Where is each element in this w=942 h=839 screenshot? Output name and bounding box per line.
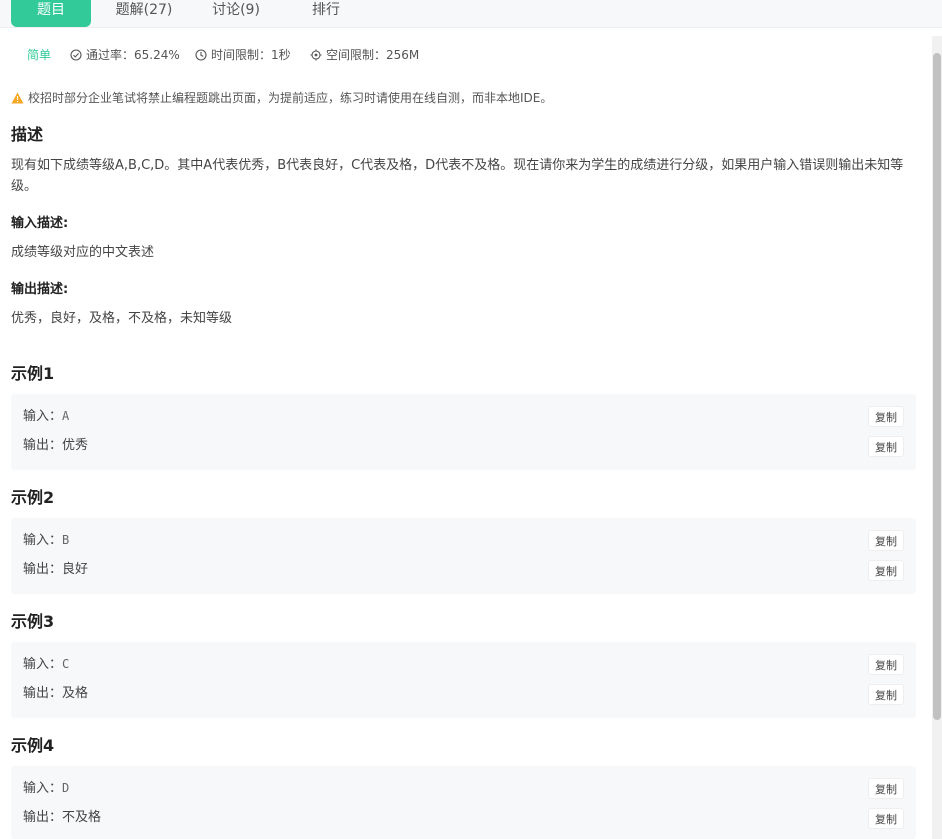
exam-notice: 校招时部分企业笔试将禁止编程题跳出页面，为提前适应，练习时请使用在线自测，而非本… [11,90,552,106]
copy-input-button[interactable]: 复制 [868,406,904,427]
example-title: 示例4 [11,736,55,755]
example-box: 输入：C 复制 输出：及格 复制 [11,642,916,718]
output-description-title: 输出描述: [11,282,69,297]
space-limit: 空间限制：256M [310,46,419,64]
example-input-value: B [62,533,70,547]
tab-discussion[interactable]: 讨论(9) [196,0,276,27]
example-output-value: 不及格 [62,810,102,825]
description-text: 现有如下成绩等级A,B,C,D。其中A代表优秀，B代表良好，C代表及格，D代表不… [11,158,904,194]
example-input-value: D [62,781,70,795]
time-limit-text: 时间限制：1秒 [211,48,291,62]
example-title: 示例3 [11,612,55,631]
example-output-value: 及格 [62,686,89,701]
check-circle-icon [70,49,82,61]
scrollbar-thumb[interactable] [933,53,941,720]
clock-icon [195,49,207,61]
tab-ranking[interactable]: 排行 [286,0,366,27]
example-input-value: C [62,657,70,671]
example-input: 输入：A [23,409,70,424]
copy-output-button[interactable]: 复制 [868,808,904,829]
example-box: 输入：A 复制 输出：优秀 复制 [11,394,916,470]
example-title: 示例1 [11,364,55,383]
pass-rate-text: 通过率：65.24% [86,48,180,62]
example-input: 输入：B [23,533,70,548]
example-box: 输入：B 复制 输出：良好 复制 [11,518,916,594]
example-input: 输入：C [23,657,70,672]
target-icon [310,49,322,61]
input-description-text: 成绩等级对应的中文表述 [11,245,155,260]
example-output-value: 良好 [62,562,89,577]
copy-output-button[interactable]: 复制 [868,684,904,705]
copy-input-button[interactable]: 复制 [868,654,904,675]
notice-text: 校招时部分企业笔试将禁止编程题跳出页面，为提前适应，练习时请使用在线自测，而非本… [28,91,553,105]
description-title: 描述 [11,125,44,144]
example-output-value: 优秀 [62,438,89,453]
copy-output-button[interactable]: 复制 [868,560,904,581]
example-output: 输出：及格 [23,686,89,701]
pass-rate: 通过率：65.24% [70,46,180,64]
example-input-value: A [62,409,70,423]
example-title: 示例2 [11,488,55,507]
example-output: 输出：优秀 [23,438,89,453]
tab-bar: 题目 题解(27) 讨论(9) 排行 [0,0,942,28]
copy-output-button[interactable]: 复制 [868,436,904,457]
tab-solutions[interactable]: 题解(27) [104,0,184,27]
difficulty-badge: 简单 [27,48,52,62]
input-description-title: 输入描述: [11,216,69,231]
time-limit: 时间限制：1秒 [195,46,291,64]
copy-input-button[interactable]: 复制 [868,530,904,551]
tab-problem[interactable]: 题目 [11,0,91,27]
example-output: 输出：不及格 [23,810,102,825]
warning-triangle-icon [11,92,24,104]
space-limit-text: 空间限制：256M [326,48,420,62]
example-output: 输出：良好 [23,562,89,577]
example-input: 输入：D [23,781,70,796]
output-description-text: 优秀，良好，及格，不及格，未知等级 [11,311,233,326]
copy-input-button[interactable]: 复制 [868,778,904,799]
example-box: 输入：D 复制 输出：不及格 复制 [11,766,916,839]
